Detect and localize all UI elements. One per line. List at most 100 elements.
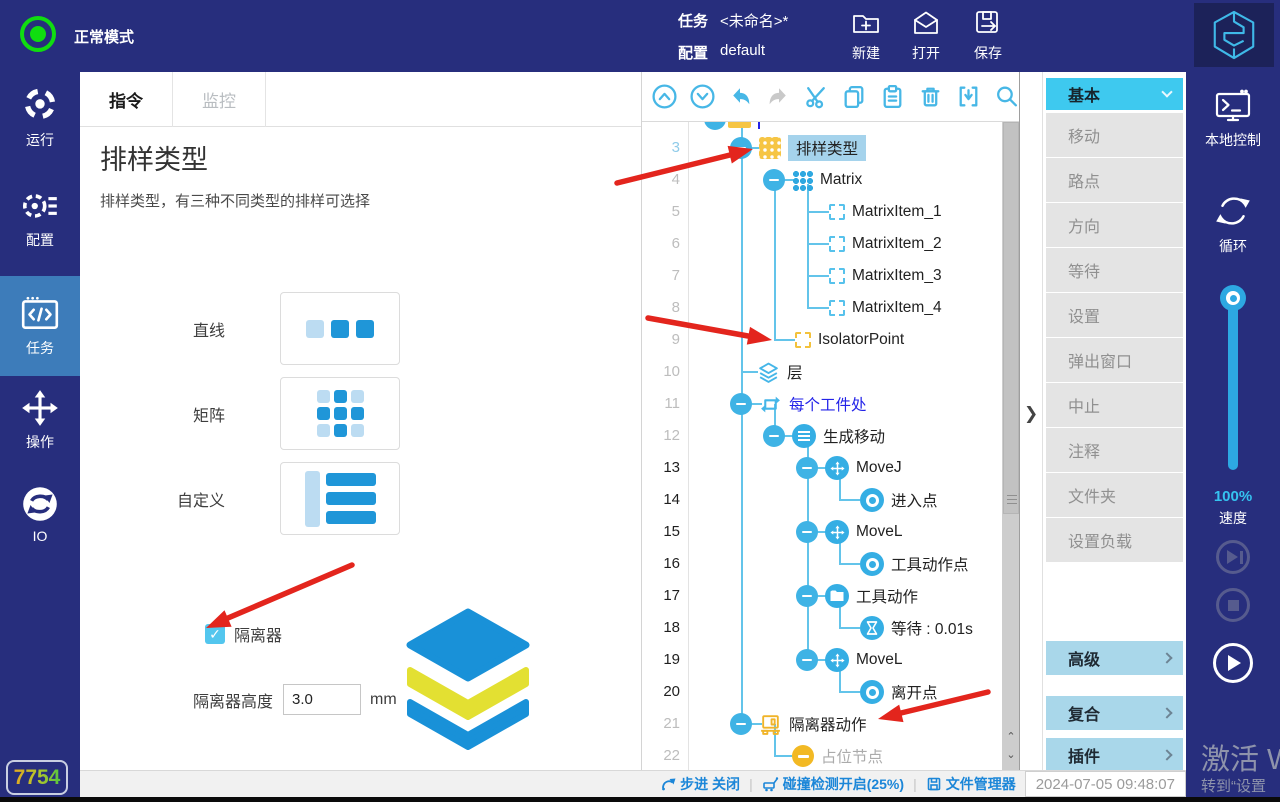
sidebar-item-operate[interactable]: 操作 <box>0 388 80 452</box>
collapse-toggle[interactable] <box>796 457 818 479</box>
collapse-toggle[interactable] <box>763 169 785 191</box>
undo-icon[interactable] <box>727 83 754 110</box>
tree-row-label[interactable]: 工具动作点 <box>891 553 969 575</box>
command-item-set-payload[interactable]: 设置负载 <box>1046 518 1183 562</box>
tree-row[interactable]: 9 IsolatorPoint <box>642 324 997 356</box>
command-group-composite[interactable]: 复合 <box>1046 696 1183 730</box>
command-group-basic[interactable]: 基本 <box>1046 78 1183 110</box>
file-manager-button[interactable]: 文件管理器 <box>926 774 1016 794</box>
cut-icon[interactable] <box>803 83 830 110</box>
command-item-wait[interactable]: 等待 <box>1046 248 1183 292</box>
isolator-checkbox[interactable]: ✓ <box>205 624 225 644</box>
tab-monitor[interactable]: 监控 <box>173 72 266 127</box>
matrix-option-button[interactable] <box>280 377 400 450</box>
collapse-toggle[interactable] <box>730 713 752 735</box>
search-icon[interactable] <box>993 83 1019 110</box>
collapse-toggle[interactable] <box>730 393 752 415</box>
command-item-folder[interactable]: 文件夹 <box>1046 473 1183 517</box>
custom-option-button[interactable] <box>280 462 400 535</box>
insert-into-icon[interactable] <box>955 83 982 110</box>
collapse-toggle[interactable] <box>796 521 818 543</box>
new-task-button[interactable]: 新建 <box>836 6 896 68</box>
sidebar-item-run[interactable]: 运行 <box>0 86 80 150</box>
tree-row-label[interactable]: MoveL <box>856 651 903 669</box>
tree-row-label[interactable]: MatrixItem_3 <box>852 267 942 285</box>
paste-icon[interactable] <box>879 83 906 110</box>
open-task-button[interactable]: 打开 <box>896 6 956 68</box>
tree-row-label[interactable]: 层 <box>787 361 803 383</box>
tree-row-label[interactable]: 离开点 <box>891 681 938 703</box>
collapse-toggle[interactable] <box>730 137 752 159</box>
tree-row-label[interactable]: 占位节点 <box>821 745 883 767</box>
scroll-down-icon[interactable]: ⌄ <box>1004 748 1018 761</box>
delete-icon[interactable] <box>917 83 944 110</box>
command-item-popup[interactable]: 弹出窗口 <box>1046 338 1183 382</box>
tree-scrollbar[interactable]: ⌃ ⌄ <box>1002 122 1019 770</box>
tree-row[interactable]: 13 MoveJ <box>642 452 997 484</box>
command-group-advanced[interactable]: 高级 <box>1046 641 1183 675</box>
command-item-comment[interactable]: 注释 <box>1046 428 1183 472</box>
tree-row-label[interactable]: 等待 : 0.01s <box>891 617 973 639</box>
tree-row-label[interactable]: 进入点 <box>891 489 938 511</box>
tree-row[interactable]: 6 MatrixItem_2 <box>642 228 997 260</box>
sidebar-item-config[interactable]: 配置 <box>0 186 80 250</box>
tree-row-label[interactable]: MatrixItem_2 <box>852 235 942 253</box>
tree-row[interactable]: 7 MatrixItem_3 <box>642 260 997 292</box>
tree-row-label[interactable]: 排样类型 <box>788 135 866 161</box>
isolator-height-input[interactable] <box>283 684 361 715</box>
tree-row[interactable]: 16 工具动作点 <box>642 548 997 580</box>
scrollbar-thumb[interactable] <box>1003 122 1019 514</box>
tree-row[interactable]: 15 MoveL <box>642 516 997 548</box>
step-next-button[interactable] <box>1216 540 1250 574</box>
move-up-icon[interactable] <box>651 83 678 110</box>
tree-row[interactable]: 10 层 <box>642 356 997 388</box>
tree-row[interactable]: 4 Matrix <box>642 164 997 196</box>
command-item-move[interactable]: 移动 <box>1046 113 1183 157</box>
command-item-set[interactable]: 设置 <box>1046 293 1183 337</box>
command-item-direction[interactable]: 方向 <box>1046 203 1183 247</box>
tree-row-label[interactable]: Matrix <box>820 171 862 189</box>
tree-row[interactable]: 21 隔离器动作 <box>642 708 997 740</box>
tree-row[interactable]: 19 MoveL <box>642 644 997 676</box>
sidebar-item-task[interactable]: 任务 <box>0 276 80 376</box>
stop-button[interactable] <box>1216 588 1250 622</box>
tree-row[interactable]: 3 排样类型 <box>642 132 997 164</box>
collapse-toggle[interactable] <box>796 585 818 607</box>
tree-row[interactable]: 12 生成移动 <box>642 420 997 452</box>
line-option-button[interactable] <box>280 292 400 365</box>
collapse-toggle[interactable] <box>796 649 818 671</box>
speed-slider-knob[interactable] <box>1220 285 1246 311</box>
tree-row[interactable]: 8 MatrixItem_4 <box>642 292 997 324</box>
play-button[interactable] <box>1213 643 1253 683</box>
tree-row-label[interactable]: MoveL <box>856 523 903 541</box>
collision-status[interactable]: 碰撞检测开启(25%) <box>762 774 904 794</box>
move-down-icon[interactable] <box>689 83 716 110</box>
tree-row[interactable]: 14 进入点 <box>642 484 997 516</box>
loop-mode-button[interactable]: 循环 <box>1186 190 1280 256</box>
scroll-up-icon[interactable]: ⌃ <box>1004 730 1018 743</box>
command-item-waypoint[interactable]: 路点 <box>1046 158 1183 202</box>
speed-slider-track[interactable] <box>1228 298 1238 470</box>
tree-row-label[interactable]: MoveJ <box>856 459 902 477</box>
tree-row[interactable]: 11 每个工件处 <box>642 388 997 420</box>
tree-row-label[interactable]: 生成移动 <box>823 425 885 447</box>
sidebar-item-io[interactable]: IO <box>0 484 80 544</box>
tree-row[interactable]: 17 工具动作 <box>642 580 997 612</box>
tree-row[interactable]: 22 占位节点 <box>642 740 997 770</box>
step-mode-status[interactable]: 步进 关闭 <box>660 774 740 794</box>
tree-row[interactable]: 5 MatrixItem_1 <box>642 196 997 228</box>
local-control-button[interactable]: 本地控制 <box>1186 88 1280 150</box>
tree-row[interactable]: 20 离开点 <box>642 676 997 708</box>
copy-icon[interactable] <box>841 83 868 110</box>
redo-icon[interactable] <box>765 83 792 110</box>
tree-row-label[interactable]: MatrixItem_4 <box>852 299 942 317</box>
tree-row-label[interactable]: 工具动作 <box>856 585 918 607</box>
command-item-abort[interactable]: 中止 <box>1046 383 1183 427</box>
command-group-plugin[interactable]: 插件 <box>1046 738 1183 772</box>
tree-row-label[interactable]: MatrixItem_1 <box>852 203 942 221</box>
collapse-toggle[interactable] <box>763 425 785 447</box>
tree-row-label[interactable]: IsolatorPoint <box>818 331 904 349</box>
expand-panel-chevron-icon[interactable]: ❯ <box>1024 404 1038 424</box>
tree-row-label[interactable]: 每个工件处 <box>789 393 867 415</box>
tree-row-label[interactable]: 隔离器动作 <box>789 713 867 735</box>
